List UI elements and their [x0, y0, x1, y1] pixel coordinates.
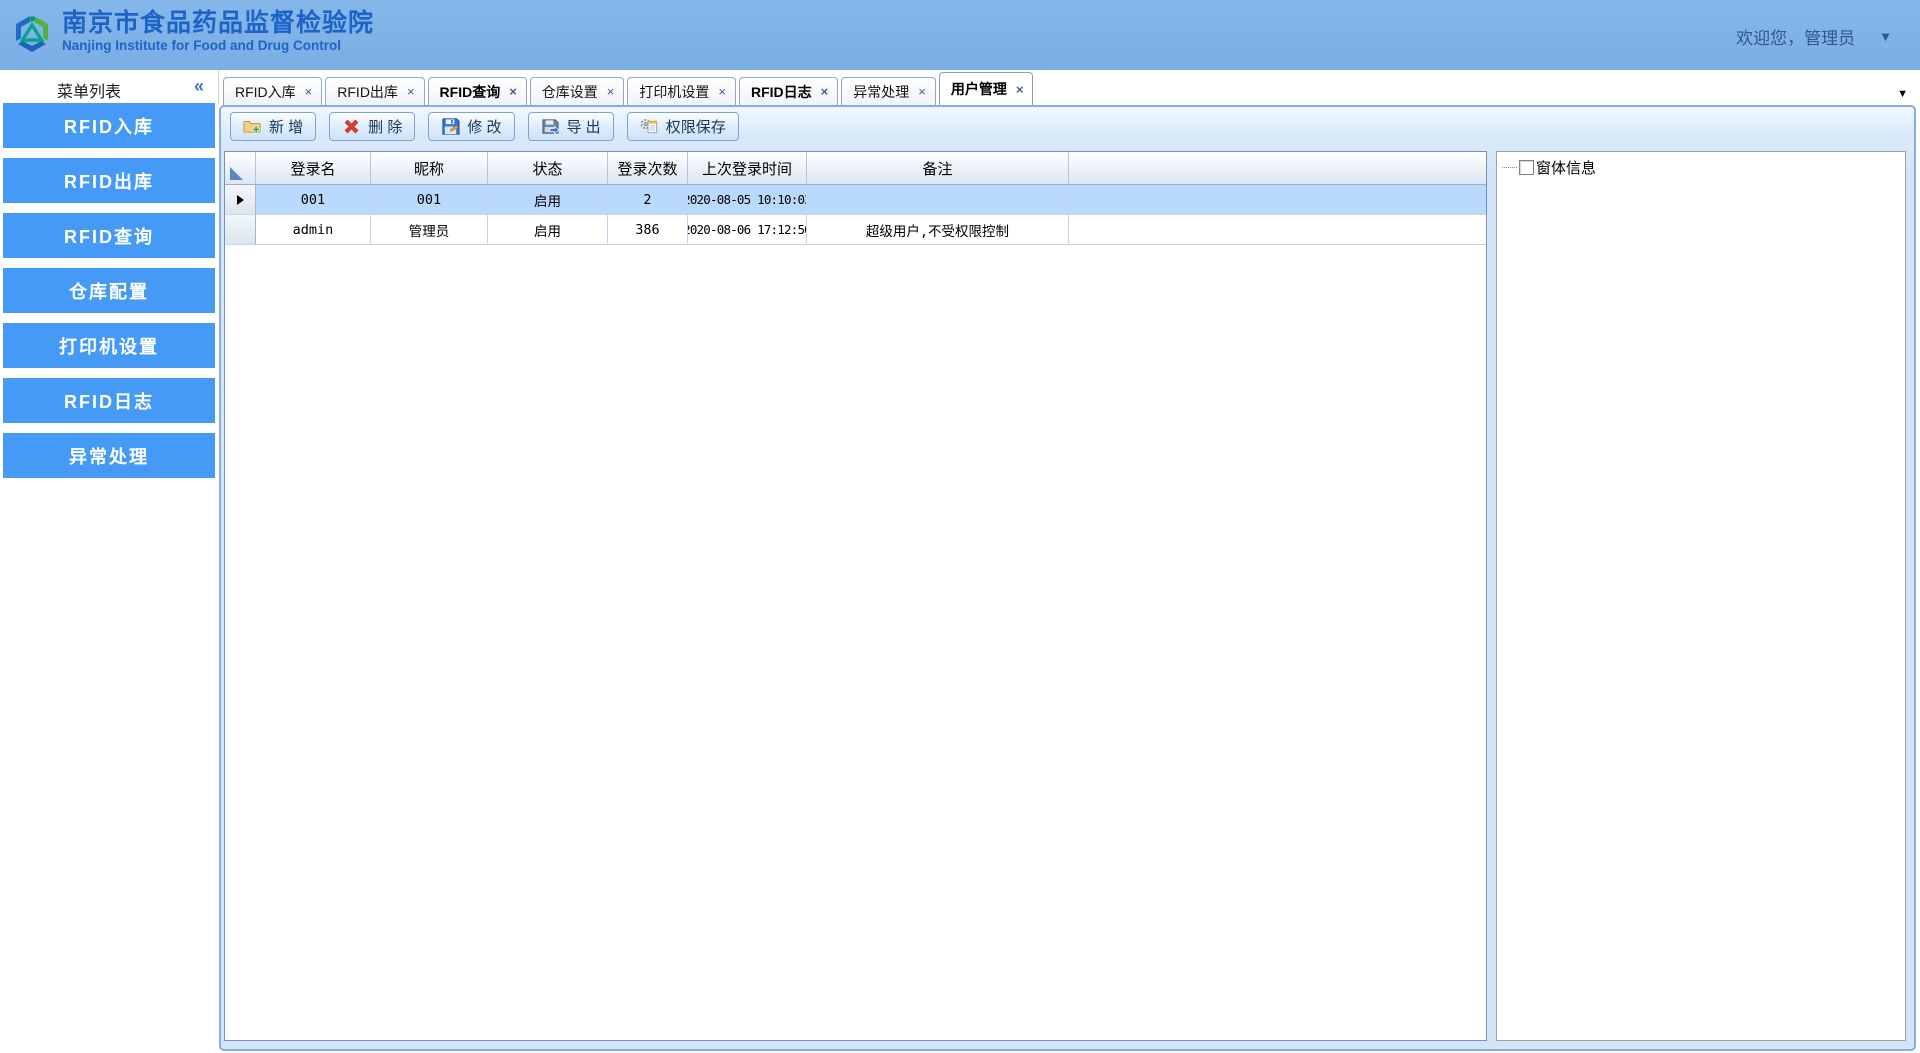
add-button[interactable]: 新 增 [230, 112, 317, 141]
tab-content-panel: 新 增 删 除 修 改 导 出 权限保存 登录名 昵称 状态 登录次数 上次登录… [219, 105, 1916, 1051]
column-header-remark[interactable]: 备注 [807, 152, 1069, 184]
button-label: 删 除 [368, 119, 403, 136]
tab-printer-settings[interactable]: 打印机设置 × [627, 77, 736, 105]
cell-login-count: 2 [608, 185, 688, 215]
column-header-status[interactable]: 状态 [488, 152, 608, 184]
tab-close-icon[interactable]: × [407, 84, 415, 99]
save-edit-icon [442, 118, 460, 135]
tree-checkbox[interactable] [1519, 160, 1534, 175]
current-row-arrow-icon [236, 194, 244, 205]
sidebar-menu: RFID入库 RFID出库 RFID查询 仓库配置 打印机设置 RFID日志 异… [0, 103, 218, 1053]
tab-label: RFID查询 [439, 83, 501, 100]
table-row[interactable]: 001 001 启用 2 2020-08-05 10:10:03 [225, 185, 1486, 215]
sidebar-item-rfid-log[interactable]: RFID日志 [3, 378, 215, 423]
tab-exception-handling[interactable]: 异常处理 × [841, 77, 936, 105]
user-welcome: 欢迎您，管理员 ▼ [1736, 24, 1892, 49]
sidebar-item-exception-handling[interactable]: 异常处理 [3, 433, 215, 478]
cell-nickname: 001 [371, 185, 488, 215]
application-window: 南京市食品药品监督检验院 Nanjing Institute for Food … [0, 0, 1920, 1053]
tab-user-management[interactable]: 用户管理 × [938, 72, 1034, 105]
delete-x-icon [344, 119, 359, 134]
column-header-last-login[interactable]: 上次登录时间 [688, 152, 807, 184]
cell-remark: 超级用户,不受权限控制 [807, 215, 1069, 245]
tab-label: RFID出库 [337, 83, 398, 100]
tab-strip-row: 菜单列表 « RFID入库 × RFID出库 × RFID查询 × 仓库设置 ×… [0, 70, 1920, 105]
tab-close-icon[interactable]: × [718, 84, 726, 99]
tab-bar: RFID入库 × RFID出库 × RFID查询 × 仓库设置 × 打印机设置 … [219, 70, 1920, 105]
tab-close-icon[interactable]: × [918, 84, 926, 99]
form-info-panel: 窗体信息 [1496, 151, 1906, 1041]
tab-rfid-inbound[interactable]: RFID入库 × [223, 77, 323, 105]
permissions-icon [640, 119, 657, 134]
cell-filler [1069, 185, 1486, 215]
org-title: 南京市食品药品监督检验院 [62, 9, 375, 37]
tab-rfid-query[interactable]: RFID查询 × [427, 77, 527, 105]
add-folder-icon [243, 120, 261, 134]
tab-close-icon[interactable]: × [607, 84, 615, 99]
tab-label: 异常处理 [853, 83, 910, 100]
cell-status: 启用 [488, 185, 608, 215]
tab-close-icon[interactable]: × [1016, 82, 1024, 97]
tab-label: 打印机设置 [639, 83, 710, 100]
cell-login: 001 [256, 185, 371, 215]
table-header-row: 登录名 昵称 状态 登录次数 上次登录时间 备注 [225, 152, 1486, 185]
welcome-text: 欢迎您，管理员 [1736, 29, 1856, 48]
delete-button[interactable]: 删 除 [329, 112, 416, 141]
sidebar-item-printer-settings[interactable]: 打印机设置 [3, 323, 215, 368]
tab-close-icon[interactable]: × [821, 84, 829, 99]
menu-list-header: 菜单列表 « [0, 70, 219, 104]
toolbar: 新 增 删 除 修 改 导 出 权限保存 [230, 112, 739, 142]
tab-close-icon[interactable]: × [305, 84, 313, 99]
cell-login-count: 386 [608, 215, 688, 245]
cell-last-login: 2020-08-05 10:10:03 [688, 185, 807, 215]
org-titles: 南京市食品药品监督检验院 Nanjing Institute for Food … [62, 8, 374, 54]
user-menu-caret-icon[interactable]: ▼ [1879, 29, 1892, 44]
row-indicator[interactable] [225, 185, 256, 215]
cell-nickname: 管理员 [371, 215, 488, 245]
button-label: 权限保存 [665, 119, 726, 136]
org-logo-icon [16, 16, 48, 52]
button-label: 修 改 [467, 119, 502, 136]
org-subtitle: Nanjing Institute for Food and Drug Cont… [62, 38, 341, 53]
export-icon [541, 119, 559, 135]
cell-status: 启用 [488, 215, 608, 245]
select-all-corner[interactable] [225, 152, 256, 184]
modify-button[interactable]: 修 改 [428, 112, 515, 141]
button-label: 导 出 [566, 119, 601, 136]
sidebar-item-rfid-query[interactable]: RFID查询 [3, 213, 215, 258]
cell-login: admin [256, 215, 371, 245]
cell-last-login: 2020-08-06 17:12:50 [688, 215, 807, 245]
tab-rfid-log[interactable]: RFID日志 × [738, 77, 839, 105]
tab-label: RFID入库 [235, 83, 296, 100]
tab-overflow-icon[interactable]: ▼ [1897, 88, 1908, 100]
button-label: 新 增 [269, 119, 304, 136]
column-header-login[interactable]: 登录名 [256, 152, 371, 184]
cell-remark [807, 185, 1069, 215]
tab-label: 仓库设置 [541, 83, 598, 100]
collapse-sidebar-icon[interactable]: « [194, 76, 204, 97]
tab-label: 用户管理 [950, 81, 1007, 97]
tab-warehouse-settings[interactable]: 仓库设置 × [529, 77, 625, 105]
cell-filler [1069, 215, 1486, 245]
table-row[interactable]: admin 管理员 启用 386 2020-08-06 17:12:50 超级用… [225, 215, 1486, 245]
tab-label: RFID日志 [750, 83, 812, 100]
tab-close-icon[interactable]: × [509, 84, 517, 99]
tab-rfid-outbound[interactable]: RFID出库 × [325, 77, 425, 105]
sidebar-item-rfid-inbound[interactable]: RFID入库 [3, 103, 215, 148]
tree-node-form-info[interactable]: 窗体信息 [1502, 157, 1905, 178]
corner-triangle-icon [230, 167, 243, 180]
column-header-nickname[interactable]: 昵称 [371, 152, 488, 184]
menu-list-title: 菜单列表 [56, 84, 121, 101]
export-button[interactable]: 导 出 [527, 112, 614, 141]
row-indicator[interactable] [225, 215, 256, 245]
tree-branch-line [1502, 167, 1517, 168]
save-permissions-button[interactable]: 权限保存 [626, 112, 739, 141]
user-table: 登录名 昵称 状态 登录次数 上次登录时间 备注 001 001 启用 2 20… [224, 151, 1487, 1041]
sidebar-item-warehouse-config[interactable]: 仓库配置 [3, 268, 215, 313]
app-header: 南京市食品药品监督检验院 Nanjing Institute for Food … [0, 0, 1920, 70]
tree-node-label: 窗体信息 [1536, 160, 1597, 177]
column-header-login-count[interactable]: 登录次数 [608, 152, 688, 184]
column-header-filler [1069, 152, 1486, 184]
sidebar-item-rfid-outbound[interactable]: RFID出库 [3, 158, 215, 203]
